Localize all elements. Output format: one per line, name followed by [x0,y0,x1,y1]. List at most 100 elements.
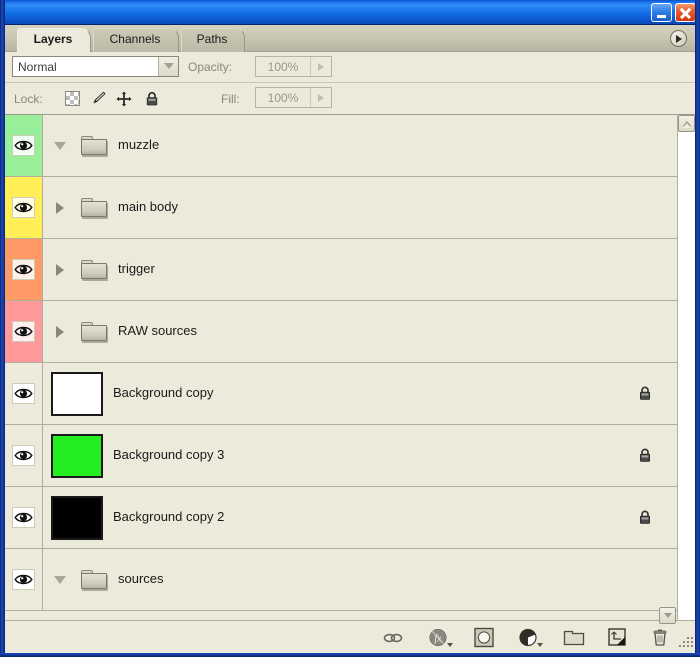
panel-menu-icon[interactable] [670,30,689,49]
layer-name: muzzle [118,137,160,152]
layer-color-label-cell [5,487,43,548]
half-filled-circle-icon[interactable] [517,627,543,648]
layer-name: trigger [118,261,155,276]
padlock-icon[interactable] [143,90,161,108]
blend-mode-value: Normal [18,59,57,74]
eye-visibility-icon[interactable] [12,569,35,590]
layer-row[interactable]: muzzle [5,115,677,177]
layer-locked-padlock-icon [637,385,653,402]
fx-caret-icon[interactable] [447,643,453,647]
layer-color-label-cell [5,115,43,176]
svg-text:fx: fx [434,634,442,645]
eye-visibility-icon[interactable] [12,197,35,218]
layers-panel: Layers Channels Paths Normal Opacity: 10… [5,25,695,653]
group-folder-icon [81,198,107,218]
layer-mask-icon[interactable] [472,627,494,648]
layer-row[interactable]: Background copy 2 [5,487,677,549]
opacity-value: 100% [267,59,299,74]
blend-mode-select[interactable]: Normal [12,56,179,77]
close-button[interactable] [675,3,696,22]
layer-color-label-cell [5,177,43,238]
layer-color-label-cell [5,301,43,362]
layer-color-label-cell [5,425,43,486]
layer-color-label-cell [5,363,43,424]
layer-list-scrollbar[interactable] [677,115,695,620]
window-border-bottom [0,653,700,657]
layer-list[interactable]: muzzle main body trigger RAW sources Backgro… [5,115,695,620]
disclosure-triangle-open-icon[interactable] [54,576,66,584]
tab-channels[interactable]: Channels [93,28,179,53]
layer-row[interactable]: sources [5,549,677,611]
tab-channels-label: Channels [109,32,161,46]
disclosure-triangle-closed-icon[interactable] [56,264,64,276]
fill-value: 100% [267,90,299,105]
disclosure-triangle-closed-icon[interactable] [56,202,64,214]
tab-layers[interactable]: Layers [17,28,91,54]
disclosure-triangle-closed-icon[interactable] [56,326,64,338]
layer-locked-padlock-icon [637,509,653,526]
layer-color-label-cell [5,549,43,610]
layer-name: RAW sources [118,323,197,338]
eye-visibility-icon[interactable] [12,321,35,342]
window-titlebar[interactable] [0,0,700,25]
layer-row[interactable]: trigger [5,239,677,301]
layer-name: Background copy 2 [113,509,225,524]
minimize-button[interactable] [651,3,672,22]
layer-list-inner: muzzle main body trigger RAW sources Backgro… [5,115,677,620]
lock-label: Lock: [14,92,43,106]
eye-visibility-icon[interactable] [12,507,35,528]
eye-visibility-icon[interactable] [12,383,35,404]
layer-name: sources [118,571,164,586]
window-border-right [695,0,700,657]
photoshop-layers-window: Layers Channels Paths Normal Opacity: 10… [0,0,700,657]
tab-paths-label: Paths [196,32,228,46]
layer-locked-padlock-icon [637,447,653,464]
chevron-up-icon[interactable] [678,115,695,132]
paintbrush-icon[interactable] [89,90,107,108]
layer-name: main body [118,199,178,214]
disclosure-triangle-open-icon[interactable] [54,142,66,150]
chevron-down-icon[interactable] [158,57,178,76]
group-folder-icon [81,570,107,590]
group-folder-icon [81,260,107,280]
eye-visibility-icon[interactable] [12,135,35,156]
lock-options-row: Lock: Fill: 100% [5,83,695,115]
opacity-label: Opacity: [188,60,233,74]
group-folder-icon [81,136,107,156]
group-folder-icon [81,322,107,342]
folder-icon[interactable] [562,627,585,648]
layer-color-label-cell [5,239,43,300]
trash-icon[interactable] [649,627,671,648]
fx-icon[interactable]: fx [427,627,453,648]
chain-link-icon[interactable] [382,627,404,648]
opacity-slider-arrow-icon[interactable] [310,57,331,76]
panel-menu-triangle [676,34,682,43]
eye-visibility-icon[interactable] [12,259,35,280]
blend-options-row: Normal Opacity: 100% [5,52,695,83]
adjustment-caret-icon[interactable] [537,643,543,647]
chevron-down-glyph [164,63,174,69]
layer-row[interactable]: Background copy 3 [5,425,677,487]
opacity-field[interactable]: 100% [255,56,332,77]
new-layer-icon[interactable] [606,627,628,648]
layers-bottom-toolbar: fx [5,607,695,653]
fill-slider-arrow-icon[interactable] [310,88,331,107]
layer-name: Background copy [113,385,214,400]
layer-row[interactable]: Background copy [5,363,677,425]
eye-visibility-icon[interactable] [12,445,35,466]
layer-name: Background copy 3 [113,447,225,462]
panel-tabstrip: Layers Channels Paths [5,25,695,54]
chevron-down-icon[interactable] [659,607,676,624]
fill-label: Fill: [221,92,240,106]
resize-grip-icon[interactable] [677,635,693,651]
checkerboard-icon[interactable] [64,90,82,108]
move-cross-icon[interactable] [115,90,133,108]
tab-paths[interactable]: Paths [181,28,245,53]
tab-layers-label: Layers [33,32,73,46]
fill-field[interactable]: 100% [255,87,332,108]
layer-thumbnail[interactable] [51,496,103,540]
layer-row[interactable]: RAW sources [5,301,677,363]
layer-thumbnail[interactable] [51,434,103,478]
layer-row[interactable]: main body [5,177,677,239]
layer-thumbnail[interactable] [51,372,103,416]
